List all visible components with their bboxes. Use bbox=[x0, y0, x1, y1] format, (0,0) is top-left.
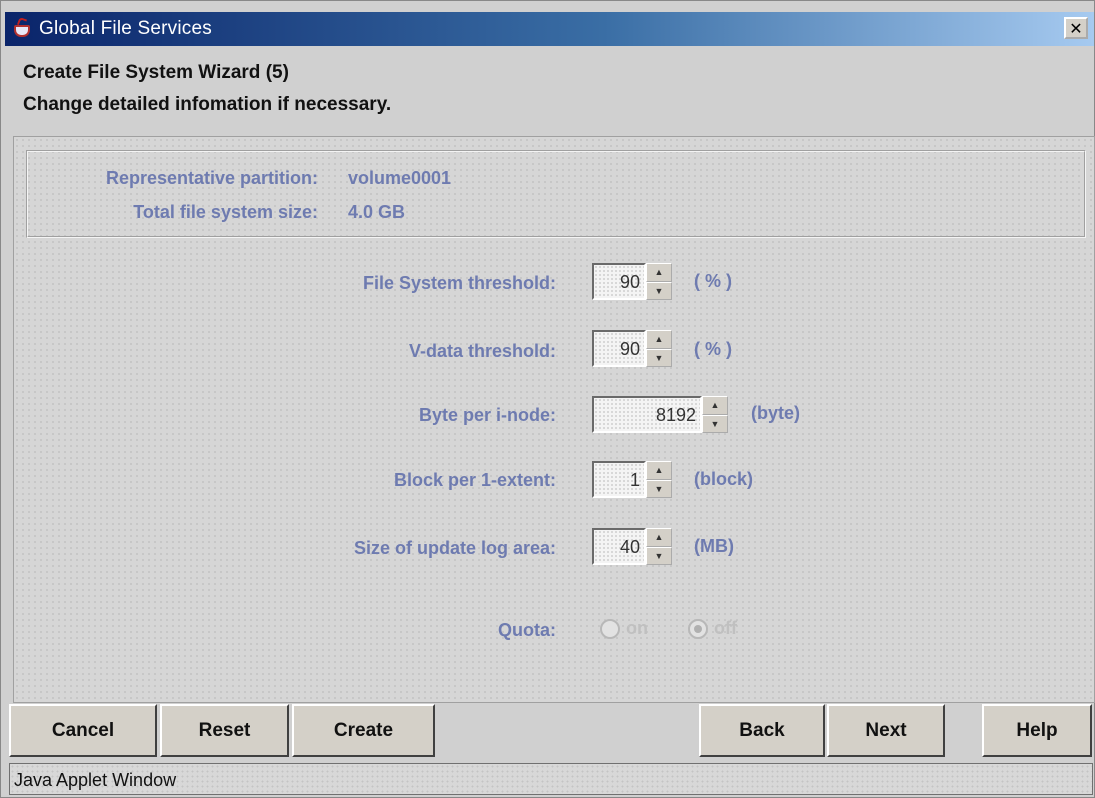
up-arrow-icon[interactable]: ▲ bbox=[702, 396, 728, 415]
byte-per-inode-spinner[interactable]: 8192 ▲ ▼ bbox=[592, 396, 728, 433]
radio-unselected-icon[interactable] bbox=[600, 618, 620, 639]
up-arrow-icon[interactable]: ▲ bbox=[646, 461, 672, 480]
help-button[interactable]: Help bbox=[982, 704, 1092, 757]
create-button[interactable]: Create bbox=[292, 704, 435, 757]
vdata-threshold-stepper[interactable]: ▲ ▼ bbox=[646, 330, 672, 367]
size-value: 4.0 GB bbox=[348, 202, 406, 222]
update-log-label: Size of update log area: bbox=[353, 538, 556, 558]
down-arrow-icon[interactable]: ▼ bbox=[646, 479, 672, 498]
quota-on-label: on bbox=[626, 618, 648, 638]
wizard-instruction: Change detailed infomation if necessary. bbox=[23, 94, 392, 115]
block-per-extent-spinner[interactable]: 1 ▲ ▼ bbox=[592, 461, 672, 498]
fs-threshold-unit: ( % ) bbox=[694, 271, 732, 291]
wizard-header: Create File System Wizard (5) Change det… bbox=[23, 57, 391, 121]
wizard-step-title: Create File System Wizard (5) bbox=[23, 62, 289, 83]
down-arrow-icon[interactable]: ▼ bbox=[646, 348, 672, 367]
up-arrow-icon[interactable]: ▲ bbox=[646, 263, 672, 282]
down-arrow-icon[interactable]: ▼ bbox=[646, 546, 672, 565]
fs-threshold-spinner[interactable]: 90 ▲ ▼ bbox=[592, 263, 672, 300]
fs-threshold-label: File System threshold: bbox=[362, 273, 556, 293]
byte-per-inode-unit: (byte) bbox=[751, 403, 800, 423]
block-per-extent-input[interactable]: 1 bbox=[592, 461, 646, 498]
wizard-panel: Representative partition: volume0001 Tot… bbox=[13, 136, 1095, 703]
next-button[interactable]: Next bbox=[827, 704, 945, 757]
update-log-spinner[interactable]: 40 ▲ ▼ bbox=[592, 528, 672, 565]
vdata-threshold-label: V-data threshold: bbox=[408, 341, 556, 361]
fs-threshold-input[interactable]: 90 bbox=[592, 263, 646, 300]
window-title: Global File Services bbox=[39, 18, 212, 39]
up-arrow-icon[interactable]: ▲ bbox=[646, 330, 672, 349]
partition-value: volume0001 bbox=[348, 168, 452, 188]
block-per-extent-unit: (block) bbox=[694, 469, 754, 489]
block-per-extent-stepper[interactable]: ▲ ▼ bbox=[646, 461, 672, 498]
vdata-threshold-spinner[interactable]: 90 ▲ ▼ bbox=[592, 330, 672, 367]
quota-on-radio[interactable]: on bbox=[600, 618, 648, 639]
quota-off-radio[interactable]: off bbox=[688, 618, 737, 639]
block-per-extent-label: Block per 1-extent: bbox=[393, 470, 556, 490]
down-arrow-icon[interactable]: ▼ bbox=[702, 414, 728, 433]
title-bar[interactable]: Global File Services ✕ bbox=[5, 12, 1094, 46]
status-bar: Java Applet Window bbox=[9, 763, 1093, 795]
up-arrow-icon[interactable]: ▲ bbox=[646, 528, 672, 547]
reset-button[interactable]: Reset bbox=[160, 704, 289, 757]
applet-window: Global File Services ✕ Create File Syste… bbox=[0, 0, 1095, 798]
quota-label: Quota: bbox=[498, 620, 556, 640]
byte-per-inode-stepper[interactable]: ▲ ▼ bbox=[702, 396, 728, 433]
byte-per-inode-label: Byte per i-node: bbox=[418, 405, 556, 425]
button-bar: Cancel Reset Create Back Next Help bbox=[1, 703, 1095, 758]
cancel-button[interactable]: Cancel bbox=[9, 704, 157, 757]
summary-box: Representative partition: volume0001 Tot… bbox=[26, 150, 1086, 238]
close-icon[interactable]: ✕ bbox=[1064, 17, 1088, 39]
java-cup-icon bbox=[11, 16, 33, 40]
update-log-stepper[interactable]: ▲ ▼ bbox=[646, 528, 672, 565]
down-arrow-icon[interactable]: ▼ bbox=[646, 281, 672, 300]
update-log-unit: (MB) bbox=[694, 536, 734, 556]
vdata-threshold-input[interactable]: 90 bbox=[592, 330, 646, 367]
byte-per-inode-input[interactable]: 8192 bbox=[592, 396, 702, 433]
quota-off-label: off bbox=[714, 618, 737, 638]
back-button[interactable]: Back bbox=[699, 704, 825, 757]
update-log-input[interactable]: 40 bbox=[592, 528, 646, 565]
partition-label: Representative partition: bbox=[105, 168, 318, 188]
radio-selected-icon[interactable] bbox=[688, 618, 708, 639]
fs-threshold-stepper[interactable]: ▲ ▼ bbox=[646, 263, 672, 300]
vdata-threshold-unit: ( % ) bbox=[694, 339, 732, 359]
size-label: Total file system size: bbox=[133, 202, 318, 222]
